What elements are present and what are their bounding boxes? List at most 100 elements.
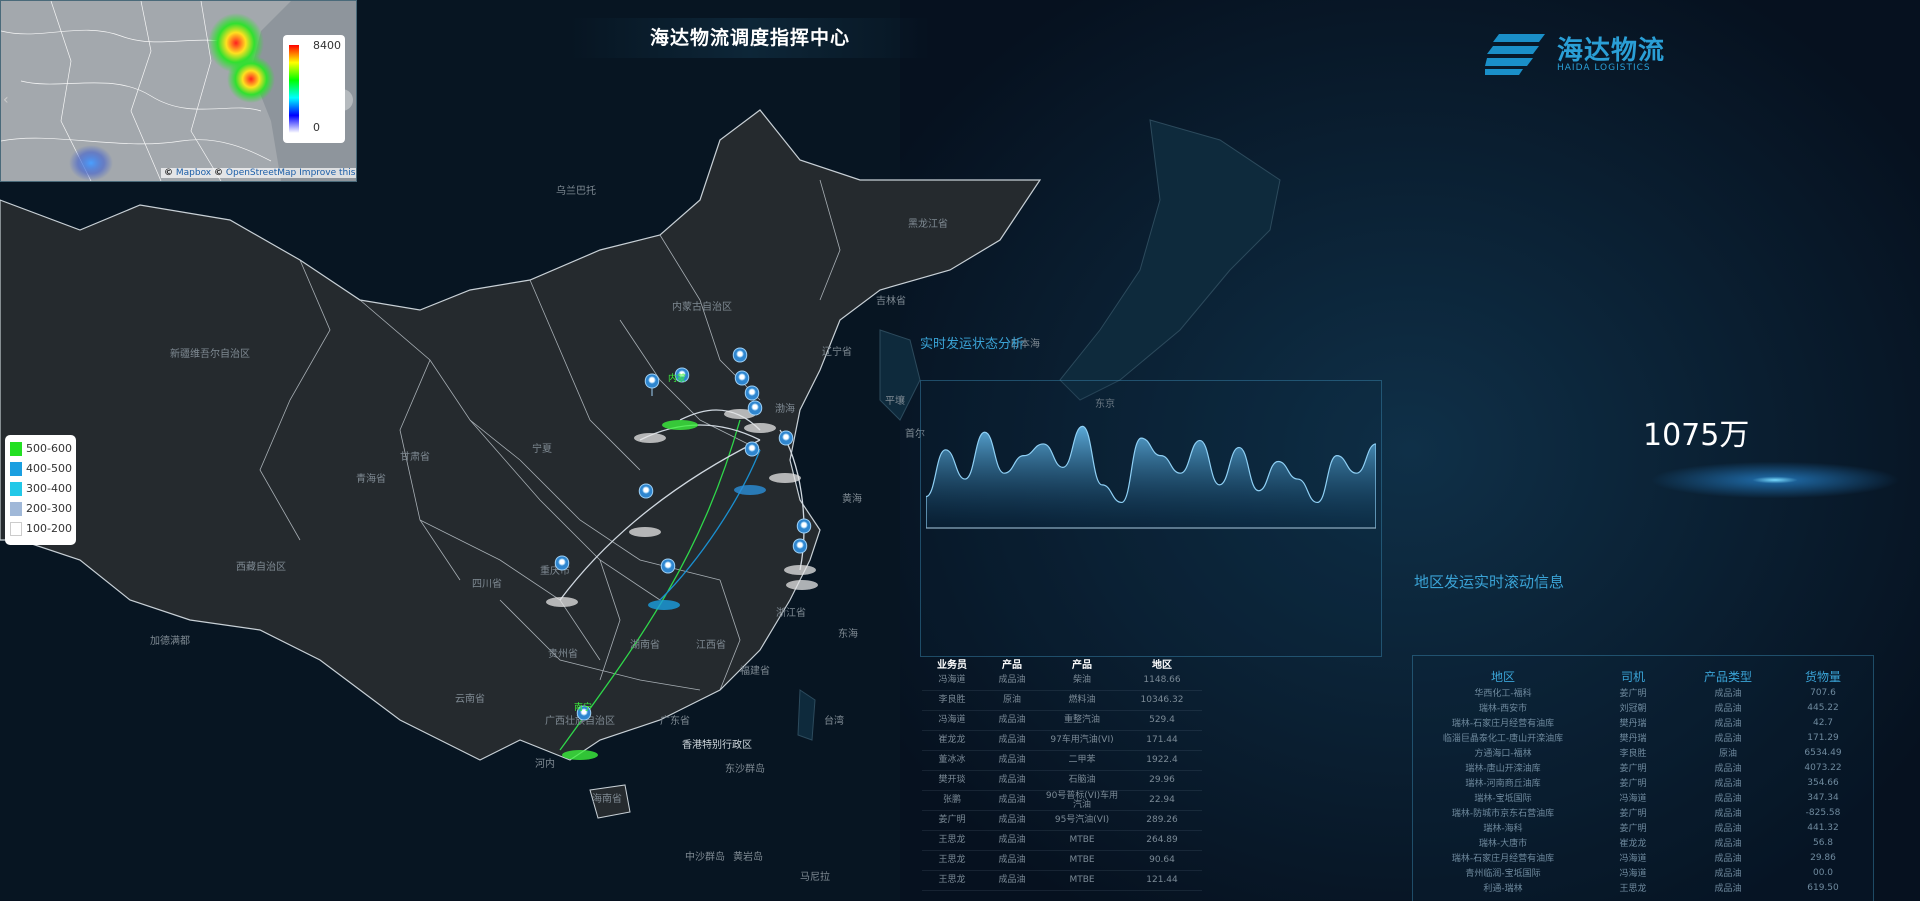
table-cell: 成品油 <box>1714 794 1742 804</box>
table-cell: 成品油 <box>1714 869 1742 879</box>
legend-swatch <box>10 522 22 536</box>
table-row: 樊开琰 成品油 石脑油 29.96 <box>922 770 1202 791</box>
table-row: 董冰冰 成品油 二甲苯 1922.4 <box>922 750 1202 771</box>
logo-mark-icon <box>1485 34 1545 75</box>
table-cell: 姜广明 <box>1619 764 1647 774</box>
table-cell: 成品油 <box>982 770 1042 791</box>
table-cell: MTBE <box>1042 830 1122 851</box>
company-logo: 海达物流 HAIDA LOGISTICS <box>1485 28 1685 82</box>
table-row: 瑞林-河南商丘油库 姜广明 成品油 354.66 <box>1418 775 1868 790</box>
table-cell: 燃料油 <box>1042 690 1122 711</box>
table-cell: 29.86 <box>1810 852 1836 863</box>
legend-swatch <box>10 442 22 456</box>
map-label: 云南省 <box>455 694 485 705</box>
table-cell: 441.32 <box>1807 822 1839 833</box>
table-cell: 柴油 <box>1042 671 1122 691</box>
table-cell: 4073.22 <box>1804 762 1842 773</box>
table-cell: 00.0 <box>1812 867 1834 878</box>
column-header: 货物量 <box>1804 670 1841 684</box>
table-cell: 1922.4 <box>1122 750 1202 771</box>
table-cell: 成品油 <box>1714 734 1742 744</box>
map-label: 东海 <box>838 629 858 640</box>
table-cell: 成品油 <box>1714 764 1742 774</box>
table-cell: 原油 <box>982 690 1042 711</box>
mapbox-link[interactable]: Mapbox <box>176 168 211 178</box>
table-cell: 97车用汽油(VI) <box>1042 730 1122 751</box>
legend-swatch <box>10 482 22 496</box>
map-label: 广东省 <box>660 716 690 727</box>
table-cell: 李良胜 <box>1619 749 1647 759</box>
map-label: 新疆维吾尔自治区 <box>170 349 250 360</box>
table-cell: 90.64 <box>1122 850 1202 871</box>
map-label: 湖南省 <box>630 640 660 651</box>
table-row: 瑞林-石家庄月经营有油库 樊丹瑞 成品油 42.7 <box>1418 715 1868 730</box>
table-cell: 56.8 <box>1812 837 1834 848</box>
table-row: 瑞林-大唐市 崔龙龙 成品油 56.8 <box>1418 835 1868 850</box>
heatmap-panel[interactable]: ‹ › 8400 0 © Mapbox © OpenStreetMap Impr… <box>0 0 357 182</box>
table-cell: 264.89 <box>1122 830 1202 851</box>
table-cell: 姜广明 <box>922 810 982 831</box>
table-cell: 529.4 <box>1122 710 1202 731</box>
table-cell: 6534.49 <box>1804 747 1842 758</box>
map-label: 黄海 <box>842 494 862 505</box>
table-cell: 冯海道 <box>1619 794 1647 804</box>
openstreetmap-link[interactable]: OpenStreetMap <box>226 168 296 178</box>
table-cell: 方通海口-福林 <box>1474 749 1532 759</box>
column-header: 地区 <box>1490 670 1515 684</box>
map-label: 河内 <box>535 759 555 770</box>
table-row: 瑞林-石家庄月经营有油库 冯海道 成品油 29.86 <box>1418 850 1868 865</box>
table-row: 王思龙 成品油 MTBE 90.64 <box>922 850 1202 871</box>
region-table: 地区 司机 产品类型 货物量 华西化工-福科 姜广明 成品油 707.6 瑞林-西安市刘… <box>1418 668 1868 895</box>
table-cell: 90号普标(VI)车用汽油 <box>1042 790 1122 811</box>
map-label: 渤海 <box>775 404 795 415</box>
map-label: 吉林省 <box>876 296 906 307</box>
column-header: 产品类型 <box>1703 670 1752 684</box>
table-cell: 临淄巨晶泰化工-唐山开滦油库 <box>1442 734 1564 744</box>
heatmap-scale: 8400 0 <box>283 35 345 143</box>
map-label: 贵州省 <box>548 649 578 660</box>
table-cell: 王思龙 <box>922 850 982 871</box>
map-label: 四川省 <box>472 579 502 590</box>
legend-item: 300-400 <box>10 480 72 498</box>
map-attribution: © Mapbox © OpenStreetMap Improve this ma… <box>161 168 356 178</box>
map-label: 海南省 <box>592 794 622 805</box>
map-label: 重庆市 <box>540 566 570 577</box>
table-cell: 619.50 <box>1807 882 1839 893</box>
table-cell: 姜广明 <box>1619 809 1647 819</box>
heatmap-min-label: 0 <box>313 121 320 134</box>
table-row: 姜广明 成品油 95号汽油(VI) 289.26 <box>922 810 1202 831</box>
marker-label: 内蒙 <box>668 374 687 384</box>
table-cell: 成品油 <box>1714 809 1742 819</box>
table-cell: 樊丹瑞 <box>1619 734 1647 744</box>
table-row: 利通-瑞林 王思龙 成品油 619.50 <box>1418 880 1868 895</box>
map-label: 黑龙江省 <box>908 219 948 230</box>
map-label: 中沙群岛 <box>685 852 725 863</box>
table-cell: 李良胜 <box>922 690 982 711</box>
table-cell: 利通-瑞林 <box>1483 884 1523 894</box>
table-cell: 刘冠朝 <box>1619 704 1647 714</box>
table-cell: 成品油 <box>982 870 1042 891</box>
map-label: 乌兰巴托 <box>556 186 596 197</box>
table-cell: 樊开琰 <box>922 770 982 791</box>
table-cell: 成品油 <box>1714 689 1742 699</box>
table-cell: 王思龙 <box>922 830 982 851</box>
table-cell: 成品油 <box>1714 779 1742 789</box>
realtime-panel-title: 实时发运状态分析 <box>920 337 1025 352</box>
map-label: 平壤 <box>885 396 905 407</box>
table-row: 华西化工-福科 姜广明 成品油 707.6 <box>1418 685 1868 700</box>
table-row: 瑞林-唐山开滦油库 姜广明 成品油 4073.22 <box>1418 760 1868 775</box>
table-cell: 成品油 <box>1714 839 1742 849</box>
table-row: 王思龙 成品油 MTBE 121.44 <box>922 870 1202 891</box>
table-cell: 707.6 <box>1810 687 1836 698</box>
table-cell: 成品油 <box>982 750 1042 771</box>
table-header-row: 业务员 产品 产品 地区 <box>922 655 1202 671</box>
table-row: 冯海道 成品油 重整汽油 529.4 <box>922 710 1202 731</box>
table-cell: 冯海道 <box>922 671 982 691</box>
table-cell: 成品油 <box>1714 854 1742 864</box>
table-cell: 重整汽油 <box>1042 710 1122 731</box>
map-label: 内蒙古自治区 <box>672 302 732 313</box>
logo-text: 海达物流 <box>1557 36 1666 66</box>
heatmap-prev-button[interactable]: ‹ <box>3 89 17 111</box>
improve-map-link[interactable]: Improve this map <box>299 168 356 178</box>
table-cell: 成品油 <box>1714 884 1742 894</box>
